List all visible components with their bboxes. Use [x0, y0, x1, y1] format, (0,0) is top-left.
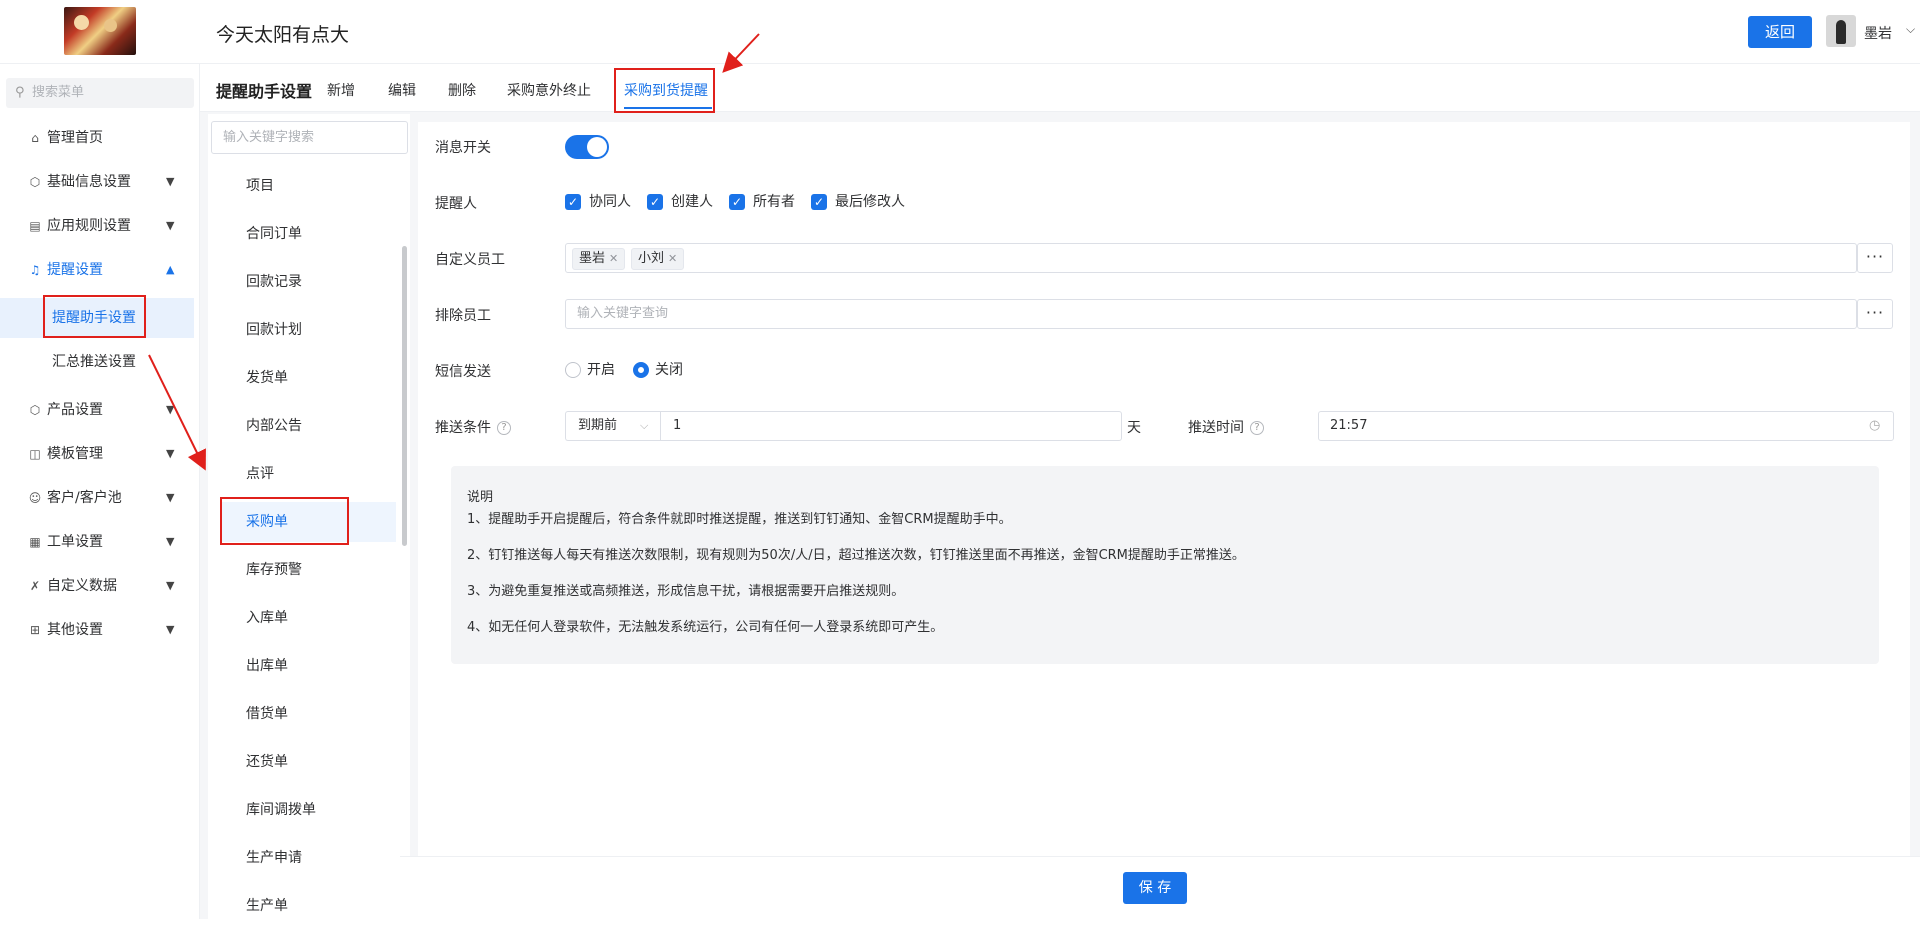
annotation-arrow-down: [148, 354, 206, 471]
annotation-arrow-tab: [722, 33, 760, 73]
annotation-arrows: [148, 33, 760, 471]
